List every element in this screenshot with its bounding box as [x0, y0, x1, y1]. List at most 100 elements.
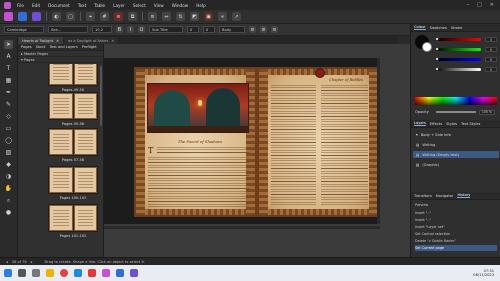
align-left-icon[interactable]: ≡ — [249, 26, 256, 33]
tab-swatches[interactable]: Swatches — [430, 26, 447, 30]
close-tab-icon[interactable]: ✕ — [56, 39, 59, 43]
designer-persona-icon[interactable] — [18, 12, 27, 21]
stroke-colour-swatch[interactable] — [422, 42, 432, 52]
share-icon[interactable]: ↗ — [232, 12, 241, 21]
colour-value-blue[interactable]: 0 — [485, 57, 497, 62]
canvas-vertical-scrollbar[interactable] — [377, 58, 380, 224]
minimize-icon[interactable]: – — [467, 2, 470, 8]
search-icon[interactable] — [18, 269, 26, 277]
history-item[interactable]: Delete "v Goblin Ranks" — [415, 238, 497, 244]
tab-history[interactable]: History — [457, 193, 471, 198]
file-explorer-icon[interactable] — [46, 269, 54, 277]
edge-icon[interactable] — [74, 269, 82, 277]
snapping-icon[interactable]: ⌖ — [86, 12, 95, 21]
table-tool-icon[interactable]: ▦ — [4, 76, 13, 85]
body-text-column[interactable] — [321, 85, 368, 207]
page-spread[interactable]: Pages 101-102 — [48, 204, 98, 238]
italic-icon[interactable]: I — [127, 26, 134, 33]
zoom-tool-icon[interactable]: ⌕ — [4, 196, 13, 205]
underline-icon[interactable]: U — [138, 26, 145, 33]
system-clock[interactable]: 07:31 06/11/2023 — [473, 269, 500, 277]
publisher-persona-icon[interactable] — [4, 12, 13, 21]
windows-start-icon[interactable] — [4, 269, 12, 277]
menu-layer[interactable]: Layer — [111, 3, 127, 8]
kerning-field[interactable]: 0 — [203, 26, 215, 33]
close-icon[interactable]: ✕ — [490, 2, 494, 8]
history-item[interactable]: Set Control selection — [415, 231, 497, 237]
grid-icon[interactable]: # — [100, 12, 109, 21]
align-center-icon[interactable]: ≡ — [260, 26, 267, 33]
menu-help[interactable]: Help — [194, 3, 208, 8]
menu-select[interactable]: Select — [131, 3, 148, 8]
tab-pages[interactable]: Pages — [21, 45, 32, 49]
font-style-select[interactable]: Sea... — [48, 26, 88, 33]
tab-text-styles[interactable]: Text Styles — [461, 122, 480, 126]
fill-tool-icon[interactable]: ◆ — [4, 160, 13, 169]
page-indicator[interactable]: 58 of 76 — [12, 260, 27, 264]
pencil-tool-icon[interactable]: ✎ — [4, 100, 13, 109]
font-size-field[interactable]: 10.2 — [92, 26, 112, 33]
body-text-column[interactable] — [271, 85, 316, 207]
menu-document[interactable]: Document — [46, 3, 72, 8]
document-spread[interactable]: The Sword of Shadows T Chapter of Riddle… — [134, 67, 380, 217]
menu-table[interactable]: Table — [92, 3, 107, 8]
history-item[interactable]: Insert "Layer set" — [415, 224, 497, 230]
character-style-select[interactable]: Body — [219, 26, 245, 33]
node-tool-icon[interactable]: ◇ — [4, 112, 13, 121]
layer-item[interactable]: ▨ (Graphic) — [413, 161, 499, 168]
layer-item[interactable]: ▤ Writing — [413, 141, 499, 148]
close-tab-icon[interactable]: ✕ — [111, 39, 114, 43]
page-spread[interactable]: Pages 100-102 — [48, 166, 98, 200]
colour-value-green[interactable]: 0 — [485, 47, 497, 52]
tab-layers[interactable]: Layers — [414, 121, 426, 126]
colour-slider-green[interactable] — [435, 47, 481, 51]
task-view-icon[interactable] — [32, 269, 40, 277]
paragraph-style-select[interactable]: Sub Title — [149, 26, 183, 33]
hand-tool-icon[interactable]: ✋ — [4, 184, 13, 193]
view-mode-icon[interactable]: ▢ — [66, 12, 75, 21]
menu-text[interactable]: Text — [76, 3, 88, 8]
pages-scrollbar[interactable] — [100, 66, 102, 126]
tab-stock[interactable]: Stock — [36, 45, 46, 49]
move-tool-icon[interactable]: ➤ — [4, 40, 13, 49]
colour-slider-blue[interactable] — [435, 57, 481, 61]
layer-item[interactable]: ▾ Body + Side Info — [413, 131, 499, 138]
tab-navigator[interactable]: Navigator — [436, 194, 454, 198]
document-canvas[interactable]: The Sword of Shadows T Chapter of Riddle… — [104, 44, 410, 257]
bold-icon[interactable]: B — [116, 26, 123, 33]
insert-image-icon[interactable]: ▣ — [204, 12, 213, 21]
chapter-illustration[interactable] — [147, 83, 249, 133]
page-spread[interactable]: Pages 55-56 — [48, 92, 98, 126]
history-item[interactable]: Insert ".." — [415, 210, 497, 216]
align-right-icon[interactable]: ≡ — [271, 26, 278, 33]
photo-persona-icon[interactable] — [32, 12, 41, 21]
chrome-icon[interactable] — [60, 269, 68, 277]
tab-preflight[interactable]: Preflight — [82, 45, 97, 49]
canvas-horizontal-scrollbar[interactable] — [104, 226, 380, 229]
affinity-designer-icon[interactable] — [116, 269, 124, 277]
text-wrap-icon[interactable]: ≋ — [114, 12, 123, 21]
pen-tool-icon[interactable]: ✒ — [4, 88, 13, 97]
rectangle-tool-icon[interactable]: ▭ — [4, 124, 13, 133]
colour-value-red[interactable]: 0 — [485, 37, 497, 42]
tab-transform[interactable]: Transform — [414, 194, 432, 198]
menu-file[interactable]: File — [15, 3, 26, 8]
tab-document-active[interactable]: Hearts of Twilight ✕ — [18, 37, 64, 44]
body-text-frame[interactable] — [157, 147, 249, 155]
maximize-icon[interactable]: □ — [477, 2, 482, 8]
artistic-text-tool-icon[interactable]: A — [4, 52, 13, 61]
tab-stroke[interactable]: Stroke — [451, 26, 462, 30]
menu-edit[interactable]: Edit — [30, 3, 42, 8]
app-icon[interactable] — [88, 269, 96, 277]
tracking-field[interactable]: 0 — [187, 26, 199, 33]
distribute-icon[interactable]: ⇔ — [162, 12, 171, 21]
colour-spectrum[interactable] — [415, 97, 497, 105]
picture-frame-tool-icon[interactable]: ▨ — [4, 148, 13, 157]
colour-slider-alpha[interactable] — [435, 67, 481, 71]
body-text-frame[interactable] — [148, 157, 249, 209]
menu-view[interactable]: View — [152, 3, 166, 8]
page-navigator-next-icon[interactable]: ▸ — [31, 260, 33, 264]
affinity-photo-icon[interactable] — [130, 269, 138, 277]
tab-effects[interactable]: Effects — [430, 122, 442, 126]
colour-value-alpha[interactable]: 0 — [485, 67, 497, 72]
